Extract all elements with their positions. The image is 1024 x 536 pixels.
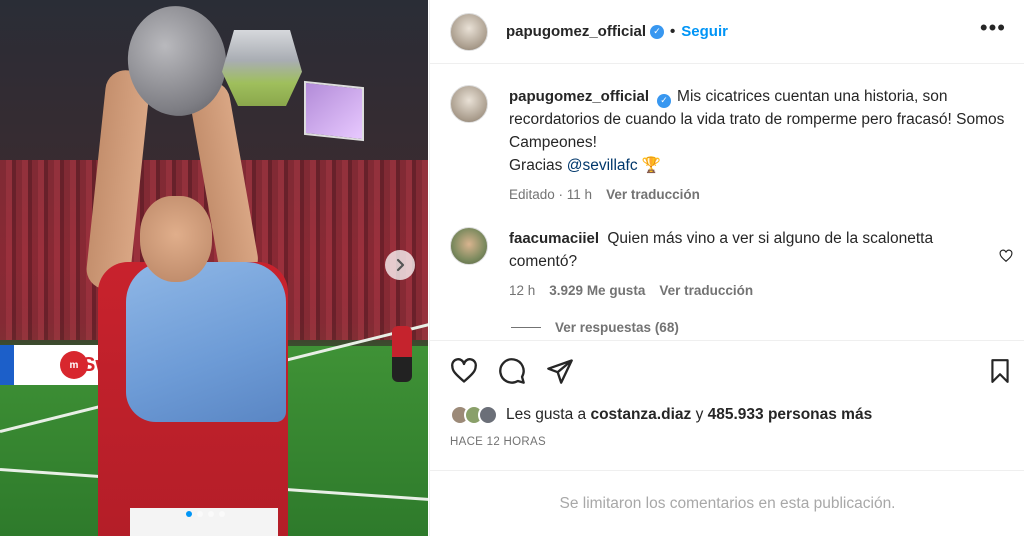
comments-section[interactable]: papugomez_official ✓ Mis cicatrices cuenta… — [430, 65, 1024, 340]
translate-link[interactable]: Ver traducción — [659, 279, 753, 302]
verified-icon: ✓ — [650, 24, 665, 39]
trophy-cup — [222, 30, 302, 106]
share-icon[interactable] — [546, 357, 574, 385]
author-avatar[interactable] — [450, 85, 488, 123]
liker-username[interactable]: costanza.diaz — [590, 406, 691, 423]
heart-icon[interactable] — [999, 249, 1013, 263]
author-username[interactable]: papugomez_official — [506, 23, 646, 40]
likes-summary: Les gusta a costanza.diaz y 485.933 pers… — [450, 405, 872, 425]
comment-likes[interactable]: 3.929 Me gusta — [549, 279, 645, 302]
mention-link[interactable]: @sevillafc — [567, 157, 638, 174]
divider — [511, 327, 541, 328]
edited-label: Editado — [509, 187, 555, 202]
bookmark-icon[interactable] — [987, 357, 1013, 385]
more-icon[interactable]: ••• — [980, 17, 1006, 39]
comments-limited-notice: Se limitaron los comentarios en esta pub… — [430, 470, 1024, 536]
follow-button[interactable]: Seguir — [681, 23, 728, 40]
author-avatar[interactable] — [450, 12, 488, 51]
commenter-avatar[interactable] — [450, 227, 488, 265]
separator: • — [670, 23, 676, 40]
comment-item: faacumaciiel Quien más vino a ver si alg… — [430, 227, 1024, 302]
author-info: papugomez_official ✓ • Seguir — [506, 23, 728, 40]
caption-username[interactable]: papugomez_official — [509, 88, 649, 105]
liker-avatar — [478, 405, 498, 425]
caption-meta: Editado · 11 h Ver traducción — [509, 183, 1005, 206]
caption: papugomez_official ✓ Mis cicatrices cuenta… — [430, 85, 1024, 206]
translate-link[interactable]: Ver traducción — [606, 183, 700, 206]
likes-others[interactable]: 485.933 personas más — [708, 406, 873, 423]
caption-content: papugomez_official ✓ Mis cicatrices cuenta… — [509, 85, 1005, 206]
verified-icon: ✓ — [657, 93, 672, 108]
action-bar — [430, 340, 1024, 404]
carousel-dot — [219, 511, 225, 517]
post-timestamp[interactable]: HACE 12 HORAS — [450, 436, 546, 448]
likes-connector: y — [695, 406, 704, 423]
comment-time[interactable]: 12 h — [509, 279, 535, 302]
carousel-dot — [197, 511, 203, 517]
carousel-dot — [208, 511, 214, 517]
comment-content: faacumaciiel Quien más vino a ver si alg… — [509, 227, 1005, 302]
comment-username[interactable]: faacumaciiel — [509, 230, 599, 247]
view-replies-label: Ver respuestas (68) — [555, 320, 679, 335]
view-replies-button[interactable]: Ver respuestas (68) — [511, 320, 679, 335]
chevron-right-icon — [396, 258, 405, 272]
comment-meta: 12 h 3.929 Me gusta Ver traducción — [509, 279, 1005, 302]
stadium-screen — [304, 80, 364, 142]
background-player — [392, 326, 412, 382]
post-image[interactable]: m Swis — [0, 0, 428, 536]
heart-icon[interactable] — [450, 357, 478, 385]
caption-thanks: Gracias — [509, 157, 563, 174]
carousel-next-button[interactable] — [385, 250, 415, 280]
post-header: papugomez_official ✓ • Seguir ••• — [430, 0, 1024, 64]
comment-icon[interactable] — [498, 357, 526, 385]
trophy-icon: 🏆 — [641, 157, 662, 174]
post-side-panel: papugomez_official ✓ • Seguir ••• papugo… — [429, 0, 1024, 536]
carousel-dot — [186, 511, 192, 517]
player-scarf — [126, 262, 286, 422]
caption-time[interactable]: 11 h — [567, 187, 592, 202]
player-head — [140, 196, 212, 282]
likes-prefix: Les gusta a — [506, 406, 587, 423]
carousel-indicator — [186, 511, 225, 517]
